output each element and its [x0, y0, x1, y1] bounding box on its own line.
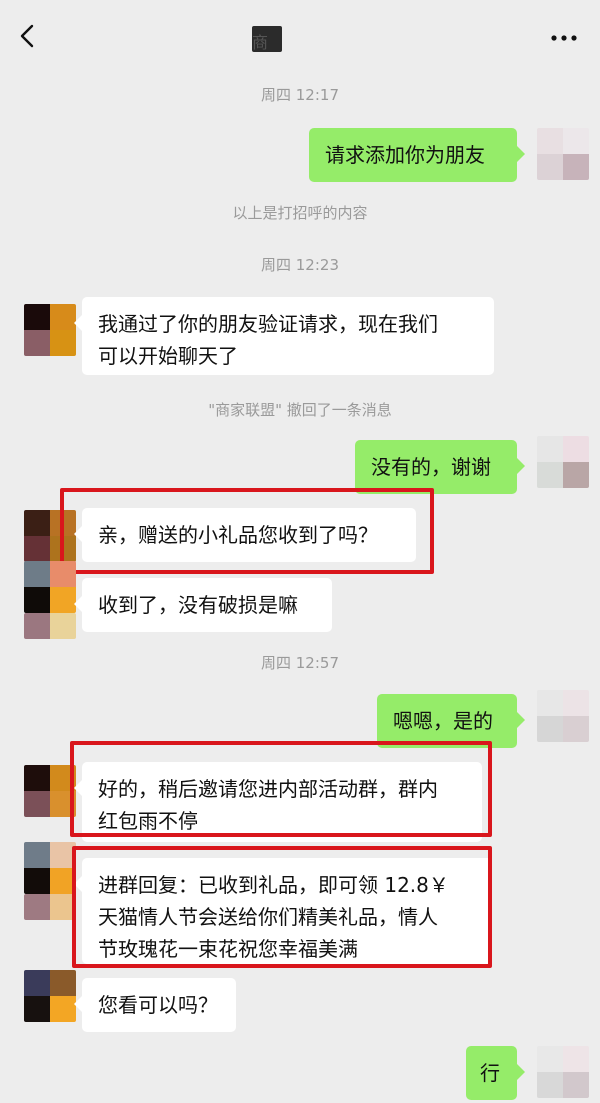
contact-avatar[interactable]	[24, 510, 76, 562]
contact-avatar-extra	[24, 613, 76, 639]
incoming-message-bubble[interactable]: 亲，赠送的小礼品您收到了吗？	[74, 508, 416, 562]
timestamp: 周四 12:17	[261, 86, 339, 104]
chevron-left-icon[interactable]	[14, 18, 42, 54]
outgoing-message-bubble[interactable]: 嗯嗯，是的	[377, 694, 525, 748]
outgoing-message-bubble[interactable]: 没有的，谢谢	[355, 440, 525, 494]
contact-avatar[interactable]	[24, 970, 76, 1022]
contact-avatar[interactable]	[24, 561, 76, 613]
system-message: 以上是打招呼的内容	[232, 204, 368, 222]
self-avatar[interactable]	[537, 1046, 589, 1098]
contact-avatar[interactable]	[24, 765, 76, 817]
ellipsis-icon[interactable]	[548, 22, 580, 50]
outgoing-message-bubble[interactable]: 行	[466, 1046, 525, 1100]
incoming-message-bubble[interactable]: 收到了，没有破损是嘛	[74, 578, 332, 632]
chat-title: 商	[252, 26, 282, 52]
timestamp: 周四 12:57	[261, 654, 339, 672]
self-avatar[interactable]	[537, 436, 589, 488]
contact-avatar[interactable]	[24, 304, 76, 356]
outgoing-message-bubble[interactable]: 请求添加你为朋友	[309, 128, 525, 182]
self-avatar[interactable]	[537, 128, 589, 180]
chat-title-text: 商	[252, 33, 269, 52]
self-avatar[interactable]	[537, 690, 589, 742]
incoming-message-bubble[interactable]: 您看可以吗？	[74, 978, 236, 1032]
timestamp: 周四 12:23	[261, 256, 339, 274]
incoming-message-bubble[interactable]: 进群回复：已收到礼品，即可领 12.8￥ 天猫情人节会送给你们精美礼品，情人 节…	[74, 858, 492, 964]
contact-avatar[interactable]	[24, 842, 76, 894]
system-message: "商家联盟" 撤回了一条消息	[208, 401, 392, 419]
chat-header: 商	[0, 0, 600, 72]
incoming-message-bubble[interactable]: 好的，稍后邀请您进内部活动群，群内 红包雨不停	[74, 762, 482, 842]
incoming-message-bubble[interactable]: 我通过了你的朋友验证请求，现在我们 可以开始聊天了	[74, 297, 494, 375]
contact-avatar-extra	[24, 894, 76, 920]
